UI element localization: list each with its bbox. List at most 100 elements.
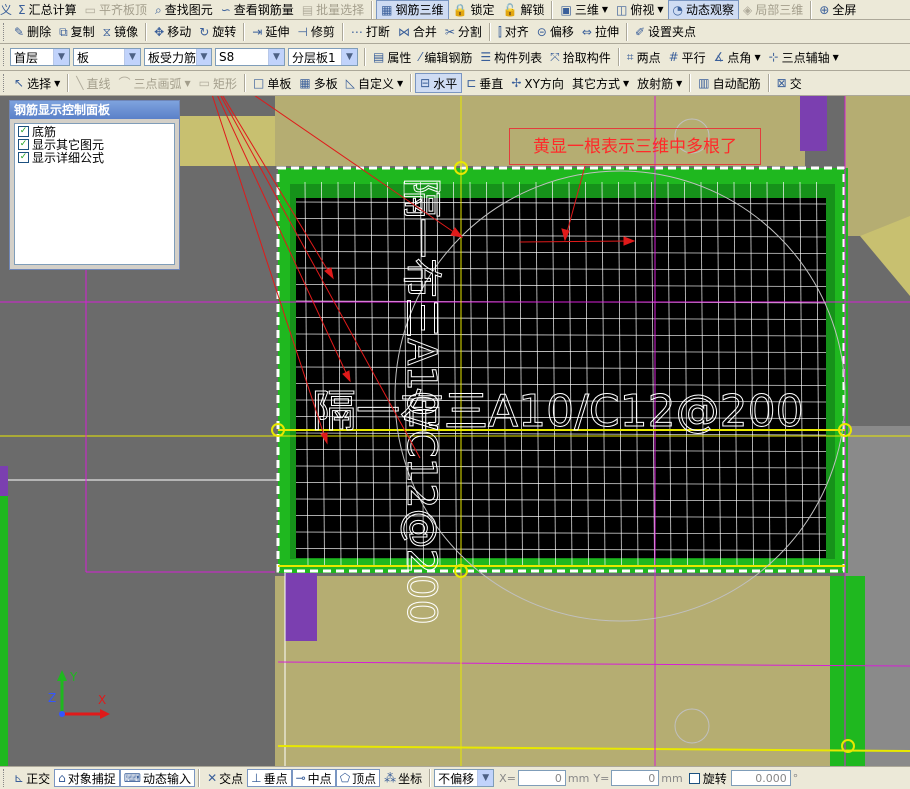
sigma-button[interactable]: Σ 汇总计算 (14, 0, 81, 19)
chevron-down-icon[interactable]: ▼ (268, 49, 284, 65)
offset-button[interactable]: ⊝ 偏移 (533, 22, 578, 42)
merge-button[interactable]: ⋈ 合并 (394, 22, 441, 42)
toolbar-grip[interactable] (3, 769, 7, 787)
grip-point-button[interactable]: ✐ 设置夹点 (631, 22, 700, 42)
lock-button[interactable]: 🔒 锁定 (449, 0, 499, 19)
chevron-down-icon[interactable]: ▼ (54, 79, 60, 88)
y-input[interactable]: 0 (611, 770, 660, 786)
select-button[interactable]: ↖ 选择 ▼ (10, 73, 64, 93)
intersect-button[interactable]: ⊠ 交 (773, 73, 806, 93)
offset-mode-select[interactable]: 不偏移 ▼ (434, 769, 495, 787)
toolbar-grip[interactable] (3, 22, 7, 41)
point-angle-button[interactable]: ∡ 点角 ▼ (710, 47, 765, 67)
split-button[interactable]: ✂ 分割 (441, 22, 486, 42)
orbit-button[interactable]: ◔ 动态观察 (667, 0, 739, 19)
batch-select-label: 批量选择 (316, 3, 365, 17)
xy-direction-button[interactable]: ✢ XY方向 (507, 73, 568, 93)
rebar-label-horizontal[interactable]: 隔一布三A10/C12@200 (312, 386, 805, 438)
panel-title[interactable]: 钢筋显示控制面板 (10, 101, 179, 119)
rotate-label: 旋转 (212, 25, 237, 39)
fullscreen-button[interactable]: ⊕ 全屏 (815, 0, 860, 19)
chevron-down-icon[interactable]: ▼ (53, 49, 69, 65)
extend-button[interactable]: ⇥ 延伸 (248, 22, 293, 42)
parallel-button[interactable]: # 平行 (665, 47, 710, 67)
coordinate-snap-toggle[interactable]: ⁂ 坐标 (380, 769, 426, 787)
chevron-down-icon[interactable]: ▼ (397, 79, 403, 88)
view-rebar-button[interactable]: ∽ 查看钢筋量 (217, 0, 298, 19)
batch-select-button[interactable]: ▤ 批量选择 (298, 0, 368, 19)
dynamic-input-toggle[interactable]: ⌨ 动态输入 (119, 769, 196, 787)
custom-button[interactable]: ◺ 自定义 ▼ (342, 73, 407, 93)
rotate-button[interactable]: ↻ 旋转 (195, 22, 240, 42)
copy-button[interactable]: ⧉ 复制 (55, 22, 99, 42)
checkbox[interactable]: ✓ (18, 138, 29, 150)
perpendicular-snap-toggle[interactable]: ⊥ 垂点 (247, 769, 292, 787)
component-select-value: 板 (77, 50, 90, 65)
component-select[interactable]: 板 ▼ (73, 48, 141, 66)
two-point-button[interactable]: ⌗ 两点 (623, 47, 665, 67)
mirror-button[interactable]: ⧖ 镜像 (99, 22, 142, 42)
move-button[interactable]: ✥ 移动 (150, 22, 195, 42)
unlock-button[interactable]: 🔓 解锁 (499, 0, 549, 19)
stretch-button[interactable]: ⇔ 拉伸 (578, 22, 623, 42)
checkbox[interactable]: ✓ (18, 125, 29, 137)
intersection-snap-toggle[interactable]: ✕ 交点 (203, 769, 247, 787)
top-view-button[interactable]: ◫ 俯视 ▼ (612, 0, 668, 19)
toolbar-grip[interactable] (3, 48, 7, 66)
toolbar-divider (371, 0, 374, 19)
edit-rebar-button[interactable]: ⁄ 编辑钢筋 (415, 47, 476, 67)
object-snap-toggle[interactable]: ⌂ 对象捕捉 (54, 769, 120, 787)
rotate-input[interactable]: 0.000 (730, 770, 791, 786)
3d-button[interactable]: ▣ 三维 ▼ (556, 0, 612, 19)
chevron-down-icon[interactable]: ▼ (833, 53, 839, 62)
rotate-checkbox[interactable] (688, 772, 700, 784)
panel-option[interactable]: ✓ 显示详细公式 (18, 151, 174, 165)
component-list-button[interactable]: ☰ 构件列表 (476, 47, 546, 67)
item-button[interactable]: 放射筋 ▼ (633, 73, 686, 93)
chevron-down-icon[interactable]: ▼ (602, 5, 608, 14)
rebar-name-select[interactable]: S8 ▼ (215, 48, 285, 66)
trim-button[interactable]: ⊣ 修剪 (293, 22, 338, 42)
chevron-down-icon[interactable]: ▼ (341, 49, 357, 65)
rectangle-button[interactable]: ▭ 矩形 (195, 73, 241, 93)
chevron-down-icon[interactable]: ▼ (676, 79, 682, 88)
single-slab-button[interactable]: □ 单板 (249, 73, 295, 93)
pick-component-button[interactable]: ⤧ 拾取构件 (546, 47, 615, 67)
find-button[interactable]: ⌕ 查找图元 (151, 0, 217, 19)
chevron-down-icon[interactable]: ▼ (657, 5, 663, 14)
chevron-down-icon[interactable]: ▼ (196, 49, 211, 65)
toolbar-grip[interactable] (3, 74, 7, 92)
chevron-down-icon[interactable]: ▼ (623, 79, 629, 88)
auto-rebar-button[interactable]: ▥ 自动配筋 (694, 73, 764, 93)
three-point-axis-button[interactable]: ⊹ 三点辅轴 ▼ (765, 47, 843, 67)
align-top-button[interactable]: ▭ 平齐板顶 (81, 0, 151, 19)
delete-button[interactable]: ✎ 删除 (10, 22, 55, 42)
x-input[interactable]: 0 (517, 770, 566, 786)
break-button[interactable]: ⋯ 打断 (347, 22, 394, 42)
rebar-3d-button[interactable]: ▦ 钢筋三维 (376, 0, 449, 19)
chevron-down-icon[interactable]: ▼ (124, 49, 140, 65)
ortho-toggle[interactable]: ⊾ 正交 (10, 769, 54, 787)
chevron-down-icon[interactable]: ▼ (477, 770, 494, 786)
unlock-icon: 🔓 (502, 2, 518, 17)
align-button[interactable]: ⫿ 对齐 (494, 22, 533, 42)
local-3d-button[interactable]: ◈ 局部三维 (739, 0, 807, 19)
status-bar: ⊾ 正交 ⌂ 对象捕捉 ⌨ 动态输入 ✕ 交点 ⊥ 垂点 ⊸ 中点 ⬠ 顶点 ⁂ 坐标 不偏移 ▼ X= 0 m… (0, 766, 910, 789)
midpoint-snap-toggle[interactable]: ⊸ 中点 (291, 769, 336, 787)
chevron-down-icon[interactable]: ▼ (754, 53, 760, 62)
floor-select[interactable]: 首层 ▼ (10, 48, 70, 66)
rebar-type-select-value: 板受力筋 (148, 50, 197, 65)
arc-button[interactable]: ⌒ 三点画弧 ▼ (114, 73, 194, 93)
vertical-button[interactable]: ⊏ 垂直 (462, 73, 507, 93)
rebar-label-vertical[interactable]: 隔一布三A10/C12@200 (398, 178, 445, 626)
vertex-snap-toggle[interactable]: ⬠ 顶点 (335, 769, 381, 787)
layer-select[interactable]: 分层板1 ▼ (288, 48, 358, 66)
checkbox[interactable]: ✓ (18, 151, 29, 163)
horizontal-button[interactable]: ⊟ 水平 (415, 73, 463, 93)
line-button[interactable]: ╲ 直线 (72, 73, 114, 93)
property-button[interactable]: ▤ 属性 (369, 47, 415, 67)
item-button[interactable]: 其它方式 ▼ (568, 73, 633, 93)
chevron-down-icon[interactable]: ▼ (185, 79, 191, 88)
rebar-type-select[interactable]: 板受力筋 ▼ (144, 48, 212, 66)
multi-slab-button[interactable]: ▦ 多板 (295, 73, 341, 93)
